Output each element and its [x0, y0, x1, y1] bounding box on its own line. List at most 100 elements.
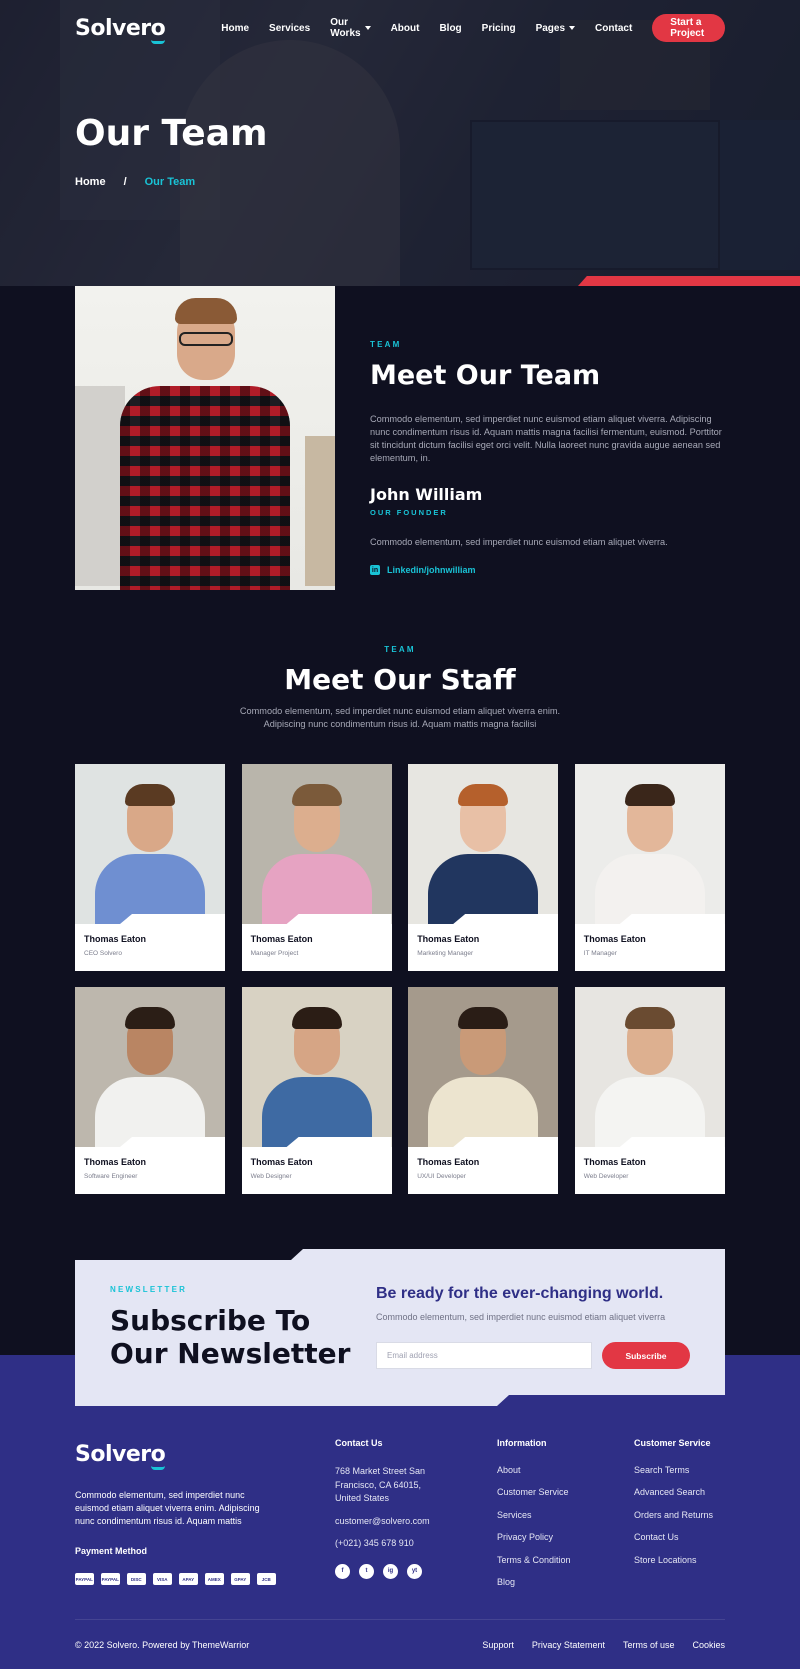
staff-card[interactable]: Thomas Eaton Web Developer: [574, 987, 725, 1194]
nav-item-services[interactable]: Services: [269, 17, 310, 39]
staff-card[interactable]: Thomas Eaton UX/UI Developer: [408, 987, 559, 1194]
payment-heading: Payment Method: [75, 1546, 148, 1556]
staff-position: Manager Project: [250, 950, 299, 957]
information-heading: Information: [497, 1438, 547, 1448]
cs-link-advanced-search[interactable]: Advanced Search: [634, 1487, 713, 1497]
contact-heading: Contact Us: [335, 1438, 383, 1448]
contact-phone[interactable]: (+021) 345 678 910: [335, 1538, 445, 1548]
staff-photo: [574, 764, 725, 924]
nav-menu: Home Services Our Works About Blog Pricing Pag…: [221, 17, 652, 39]
chevron-down-icon: [364, 26, 371, 30]
bottom-link-terms-of-use[interactable]: Terms of use: [623, 1640, 675, 1650]
staff-header: TEAM Meet Our Staff Commodo elementum, s…: [0, 645, 800, 731]
email-input[interactable]: Email address: [376, 1342, 592, 1369]
staff-card[interactable]: Thomas Eaton Manager Project: [241, 764, 392, 971]
facebook-icon[interactable]: f: [335, 1563, 350, 1579]
social-links: f t ig yt: [335, 1563, 445, 1579]
site-logo[interactable]: Solvero: [75, 16, 166, 44]
staff-text-line-2: Adipiscing nunc condimentum risus id. Aq…: [263, 719, 537, 729]
staff-name: Thomas Eaton: [250, 934, 313, 944]
payment-method-icon: PAYPAL: [101, 1573, 120, 1585]
staff-card[interactable]: Thomas Eaton Marketing Manager: [408, 764, 559, 971]
info-link-about[interactable]: About: [497, 1465, 571, 1475]
staff-photo: [408, 764, 559, 924]
staff-grid: Thomas Eaton CEO Solvero Thomas Eaton Manag…: [75, 764, 725, 1194]
nav-item-about[interactable]: About: [391, 17, 420, 39]
section-text: Commodo elementum, sed imperdiet nunc eu…: [370, 414, 722, 463]
twitter-icon[interactable]: t: [359, 1563, 374, 1579]
newsletter-tag: NEWSLETTER: [110, 1285, 188, 1294]
meet-team-section: TEAM Meet Our Team Commodo elementum, se…: [370, 340, 730, 575]
staff-position: UX/UI Developer: [417, 1173, 466, 1180]
newsletter-heading: Be ready for the ever-changing world.: [376, 1285, 664, 1302]
customer-service-heading: Customer Service: [634, 1438, 711, 1448]
staff-card[interactable]: Thomas Eaton Web Designer: [241, 987, 392, 1194]
staff-photo: [574, 987, 725, 1147]
start-project-button[interactable]: Start a Project: [652, 14, 725, 42]
payment-method-icon: GPAY: [231, 1573, 250, 1585]
staff-tag: TEAM: [384, 645, 416, 654]
founder-text: Commodo elementum, sed imperdiet nunc eu…: [370, 537, 668, 547]
payment-methods: PAYPAL PAYPAL DISC VISA APAY AMEX GPAY JCB: [75, 1573, 276, 1585]
subscribe-button[interactable]: Subscribe: [602, 1342, 690, 1369]
staff-card[interactable]: Thomas Eaton Software Engineer: [75, 987, 225, 1194]
payment-method-icon: PAYPAL: [75, 1573, 94, 1585]
cs-link-contact-us[interactable]: Contact Us: [634, 1532, 713, 1542]
main-navigation: Solvero Home Services Our Works About Blog Pr…: [75, 14, 725, 44]
staff-photo: [75, 987, 225, 1147]
nav-item-home[interactable]: Home: [221, 17, 249, 39]
info-link-customer-service[interactable]: Customer Service: [497, 1487, 571, 1497]
information-column: Information About Customer Service Service…: [497, 1438, 571, 1599]
staff-card[interactable]: Thomas Eaton IT Manager: [574, 764, 725, 971]
instagram-icon[interactable]: ig: [383, 1563, 398, 1579]
staff-position: Marketing Manager: [417, 950, 474, 957]
linkedin-link[interactable]: in Linkedin/johnwilliam: [370, 565, 730, 575]
section-title: Meet Our Team: [370, 360, 601, 391]
nav-item-pages[interactable]: Pages: [536, 17, 576, 39]
info-link-privacy-policy[interactable]: Privacy Policy: [497, 1532, 571, 1542]
staff-position: IT Manager: [583, 950, 617, 957]
founder-name: John William: [370, 485, 483, 504]
staff-position: Web Designer: [250, 1173, 292, 1180]
footer-divider: [75, 1619, 725, 1620]
contact-email[interactable]: customer@solvero.com: [335, 1516, 445, 1526]
contact-address: 768 Market Street San Francisco, CA 6401…: [335, 1466, 426, 1503]
staff-photo: [241, 764, 392, 924]
payment-method-icon: DISC: [127, 1573, 146, 1585]
newsletter-text: Commodo elementum, sed imperdiet nunc eu…: [376, 1312, 666, 1322]
bottom-link-support[interactable]: Support: [482, 1640, 514, 1650]
founder-photo: [75, 286, 335, 590]
staff-position: CEO Solvero: [84, 950, 122, 957]
founder-role: OUR FOUNDER: [370, 508, 448, 517]
footer-bottom-links: Support Privacy Statement Terms of use Cook…: [482, 1640, 725, 1650]
chevron-down-icon: [569, 26, 576, 30]
newsletter-title: Subscribe To Our Newsletter: [110, 1304, 351, 1370]
staff-title: Meet Our Staff: [284, 663, 516, 696]
cs-link-orders-and-returns[interactable]: Orders and Returns: [634, 1510, 713, 1520]
staff-name: Thomas Eaton: [583, 934, 646, 944]
staff-position: Web Developer: [583, 1173, 629, 1180]
breadcrumb-home[interactable]: Home: [75, 176, 106, 188]
staff-name: Thomas Eaton: [250, 1157, 313, 1167]
nav-item-pricing[interactable]: Pricing: [482, 17, 516, 39]
cs-link-store-locations[interactable]: Store Locations: [634, 1555, 713, 1565]
info-link-blog[interactable]: Blog: [497, 1577, 571, 1587]
staff-text-line-1: Commodo elementum, sed imperdiet nunc eu…: [239, 706, 561, 716]
cs-link-search-terms[interactable]: Search Terms: [634, 1465, 713, 1475]
breadcrumb-current: Our Team: [144, 176, 196, 188]
breadcrumb: Home / Our Team: [75, 176, 195, 188]
bottom-link-privacy-statement[interactable]: Privacy Statement: [532, 1640, 605, 1650]
nav-item-contact[interactable]: Contact: [595, 17, 632, 39]
youtube-icon[interactable]: yt: [407, 1563, 422, 1579]
hero-accent-bar: [578, 276, 800, 286]
info-link-terms-condition[interactable]: Terms & Condition: [497, 1555, 571, 1565]
copyright: © 2022 Solvero. Powered by ThemeWarrior: [75, 1640, 250, 1650]
staff-name: Thomas Eaton: [84, 934, 147, 944]
nav-item-our-works[interactable]: Our Works: [330, 17, 371, 39]
nav-item-blog[interactable]: Blog: [439, 17, 461, 39]
staff-card[interactable]: Thomas Eaton CEO Solvero: [75, 764, 225, 971]
bottom-link-cookies[interactable]: Cookies: [692, 1640, 725, 1650]
info-link-services[interactable]: Services: [497, 1510, 571, 1520]
footer-logo[interactable]: Solvero: [75, 1442, 166, 1470]
staff-photo: [241, 987, 392, 1147]
